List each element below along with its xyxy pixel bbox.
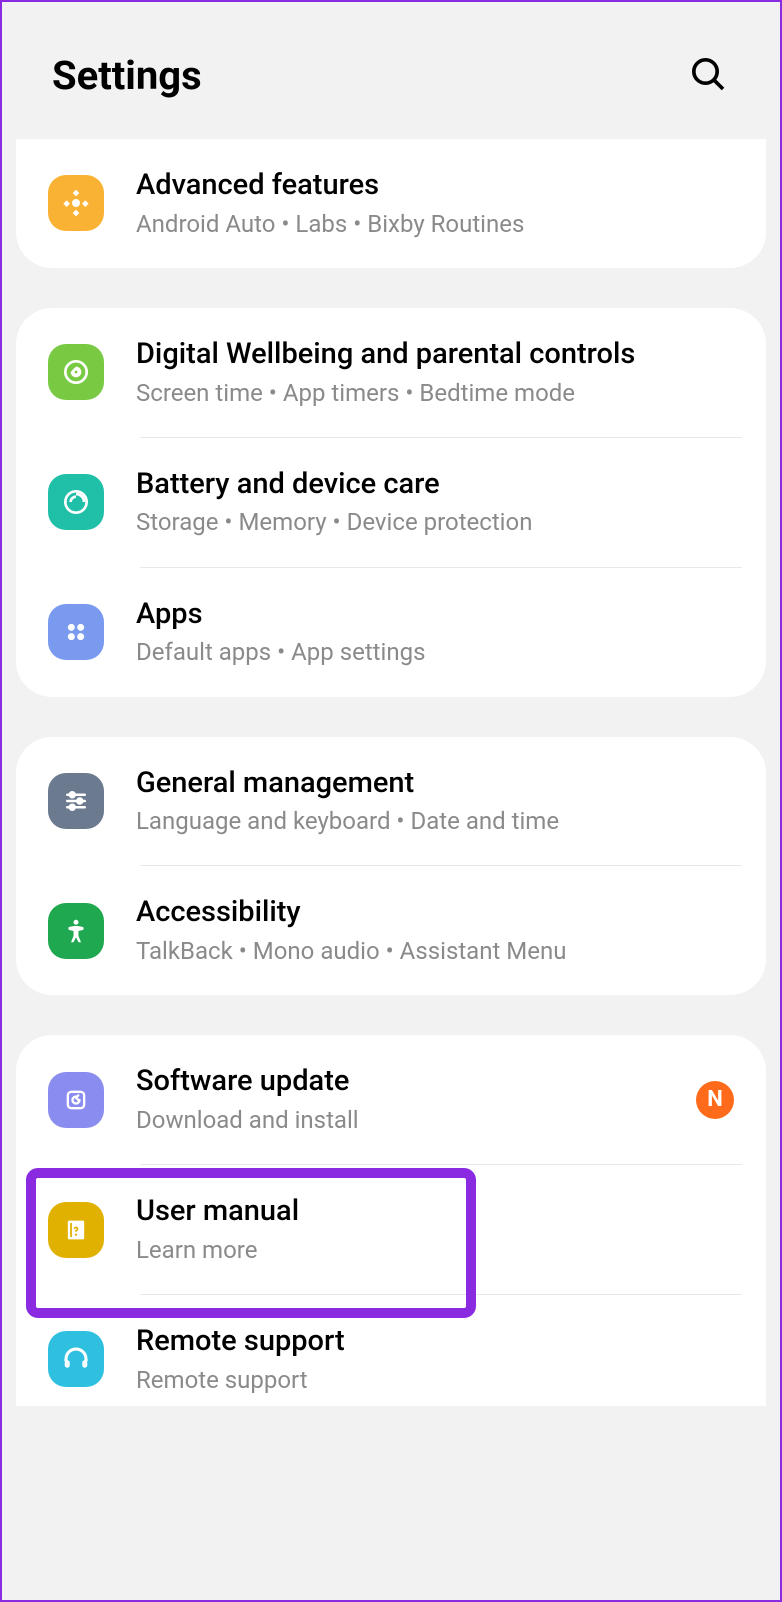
item-general-management[interactable]: General management Language and keyboard… (16, 737, 766, 866)
item-subtitle: Download and install (136, 1105, 680, 1136)
item-software-update[interactable]: Software update Download and install N (16, 1035, 766, 1164)
item-advanced-features[interactable]: Advanced features Android Auto • Labs • … (16, 139, 766, 268)
item-subtitle: Remote support (136, 1365, 734, 1396)
item-subtitle: Language and keyboard • Date and time (136, 806, 734, 837)
general-mgmt-icon (48, 773, 104, 829)
item-digital-wellbeing[interactable]: Digital Wellbeing and parental controls … (16, 308, 766, 437)
item-accessibility[interactable]: Accessibility TalkBack • Mono audio • As… (16, 866, 766, 995)
wellbeing-icon (48, 344, 104, 400)
search-button[interactable] (686, 54, 730, 98)
item-title: Apps (136, 596, 734, 634)
item-title: Remote support (136, 1323, 734, 1361)
item-title: User manual (136, 1193, 734, 1231)
settings-group: Digital Wellbeing and parental controls … (16, 308, 766, 697)
search-icon (688, 54, 728, 94)
apps-icon (48, 604, 104, 660)
header: Settings (2, 2, 780, 139)
item-apps[interactable]: Apps Default apps • App settings (16, 568, 766, 697)
device-care-icon (48, 474, 104, 530)
item-title: Digital Wellbeing and parental controls (136, 336, 734, 374)
item-subtitle: Android Auto • Labs • Bixby Routines (136, 209, 734, 240)
item-title: Software update (136, 1063, 680, 1101)
item-title: Battery and device care (136, 466, 734, 504)
settings-group: General management Language and keyboard… (16, 737, 766, 996)
software-update-icon (48, 1072, 104, 1128)
item-subtitle: Storage • Memory • Device protection (136, 507, 734, 538)
item-user-manual[interactable]: User manual Learn more (16, 1165, 766, 1294)
advanced-features-icon (48, 175, 104, 231)
page-title: Settings (52, 52, 202, 99)
item-subtitle: Learn more (136, 1235, 734, 1266)
notification-badge: N (696, 1081, 734, 1119)
item-subtitle: TalkBack • Mono audio • Assistant Menu (136, 936, 734, 967)
item-title: General management (136, 765, 734, 803)
item-subtitle: Screen time • App timers • Bedtime mode (136, 378, 734, 409)
remote-support-icon (48, 1331, 104, 1387)
settings-group: Software update Download and install N U… (16, 1035, 766, 1406)
item-battery-device-care[interactable]: Battery and device care Storage • Memory… (16, 438, 766, 567)
item-title: Accessibility (136, 894, 734, 932)
item-subtitle: Default apps • App settings (136, 637, 734, 668)
user-manual-icon (48, 1202, 104, 1258)
item-title: Advanced features (136, 167, 734, 205)
accessibility-icon (48, 903, 104, 959)
item-remote-support[interactable]: Remote support Remote support (16, 1295, 766, 1406)
settings-group: Advanced features Android Auto • Labs • … (16, 139, 766, 268)
